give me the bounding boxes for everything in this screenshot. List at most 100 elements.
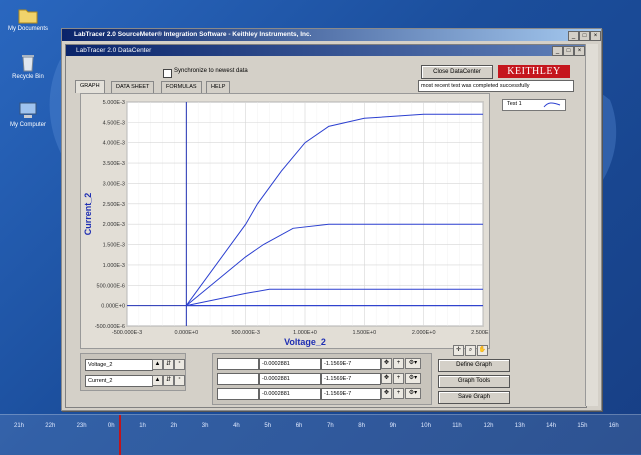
crosshair-tool-icon[interactable]: ✛ [453,345,464,356]
cursor-name-field[interactable] [217,388,259,400]
cursor-y-value[interactable]: -1.1569E-7 [321,373,381,385]
datacenter-maximize-button[interactable]: □ [563,46,574,56]
y-tick-label: 1.500E-3 [103,243,125,249]
define-graph-button[interactable]: Define Graph [438,359,510,372]
my-documents-shortcut[interactable]: My Documents [2,6,54,32]
cursor-options-icon[interactable]: ⚙▾ [405,388,421,399]
y-axis-field[interactable]: Current_2 [85,375,153,387]
graph-palette: ✛ ⌕ ✋ [453,345,499,356]
cursor-options-icon[interactable]: ⚙▾ [405,358,421,369]
x-axis-field[interactable]: Voltage_2 [85,359,153,371]
timeline-hour-label: 5h [264,423,272,429]
timeline-hour-label: 8h [358,423,365,429]
keithley-logo: KEITHLEY [498,65,570,78]
cursor-style-icon[interactable]: + [393,358,404,369]
timeline-hour-label: 22h [45,423,56,429]
y-tick-label: 5.000E-3 [103,100,125,106]
cursor-options-icon[interactable]: ⚙▾ [405,373,421,384]
cursor-style-icon[interactable]: + [393,388,404,399]
cursor-name-field[interactable] [217,358,259,370]
tab-graph[interactable]: GRAPH [75,80,105,93]
timeline-hour-label: 2h [170,423,178,429]
timeline-hour-label: 0h [107,423,115,429]
cursor-x-value[interactable]: -0.0002881 [259,358,321,370]
timeline-hour-label: 21h [14,423,25,429]
minimize-button[interactable]: _ [568,31,579,41]
desktop-icon-label: Recycle Bin [12,74,44,80]
tab-data-sheet[interactable]: DATA SHEET [111,81,155,93]
main-window-scrollbar[interactable] [585,44,598,406]
cursor-style-icon[interactable]: + [393,373,404,384]
autoscale-y-icon[interactable]: ⇵ [163,375,174,386]
timeline-hour-label: 23h [76,423,87,429]
y-tick-label: 2.500E-3 [103,202,125,208]
datacenter-minimize-button[interactable]: _ [552,46,563,56]
labtracer-main-window[interactable]: LabTracer 2.0 SourceMeter® Integration S… [61,28,602,411]
y-tick-label: 2.000E-3 [103,222,125,228]
synchronize-checkbox[interactable] [163,69,172,78]
close-datacenter-button[interactable]: Close DataCenter [421,65,493,79]
timeline-hour-label: 12h [483,423,494,429]
save-graph-button[interactable]: Save Graph [438,391,510,404]
maximize-button[interactable]: □ [579,31,590,41]
x-tick-label: 2.500E+0 [471,330,489,336]
autoscale-x-icon[interactable]: ⇵ [163,359,174,370]
x-tick-label: 1.500E+0 [352,330,376,336]
legend-label: Test 1 [507,101,522,107]
timeline-hour-label: 14h [546,423,557,429]
cursor-move-icon[interactable]: ✥ [381,373,392,384]
x-tick-label: 1.000E+0 [293,330,317,336]
timeline-hour-label: 7h [327,423,334,429]
tab-help[interactable]: HELP [206,81,231,93]
y-tick-label: 3.500E-3 [103,161,125,167]
datacenter-window[interactable]: LabTracer 2.0 DataCenter _ □ × Synchroni… [65,44,587,408]
time-zone-timeline: 21h 22h 23h 0h 1h 2h 3h 4h 5h 6h 7h 8h 9h 10h 11h 12h 13… [0,414,641,455]
cursor-y-value[interactable]: -1.1569E-7 [321,358,381,370]
lock-icon[interactable]: ▲ [152,359,163,370]
folder-icon [18,9,38,24]
main-window-title: LabTracer 2.0 SourceMeter® Integration S… [62,29,601,41]
y-tick-label: 1.000E-3 [103,263,125,269]
legend-item-test-1[interactable]: Test 1 [502,99,566,111]
datacenter-close-button[interactable]: × [574,46,585,56]
cursor-move-icon[interactable]: ✥ [381,358,392,369]
tab-formulas[interactable]: FORMULAS [161,81,202,93]
lock-icon[interactable]: ▲ [152,375,163,386]
zoom-tool-icon[interactable]: ⌕ [465,345,476,356]
y-tick-label: 3.000E-3 [103,181,125,187]
timeline-hour-label: 9h [389,423,397,429]
timeline-hour-label: 11h [452,423,462,429]
x-axis-label: Voltage_2 [284,337,326,347]
desktop-icon-label: My Documents [7,26,48,32]
y-tick-label: 4.500E-3 [103,120,125,126]
timeline-hour-label: 4h [233,423,240,429]
format-y-icon[interactable]: ⁺ [174,375,185,386]
recycle-bin-shortcut[interactable]: Recycle Bin [2,54,54,80]
format-x-icon[interactable]: ⁺ [174,359,185,370]
timeline-hour-label: 13h [514,423,525,429]
my-computer-shortcut[interactable]: My Computer [2,102,54,128]
timeline-hour-label: 6h [295,423,303,429]
graph-tools-button[interactable]: Graph Tools [438,375,510,388]
current-time-marker [119,415,121,455]
cursor-panel: -0.0002881 -1.1569E-7 ✥ + ⚙▾ -0.0002881 … [212,353,432,405]
iv-curve-chart[interactable]: -500.000E-3 0.000E+0 500.000E-3 1.000E+0 1.5… [81,94,495,348]
cursor-y-value[interactable]: -1.1569E-7 [321,388,381,400]
close-button[interactable]: × [590,31,601,41]
x-tick-label: -500.000E-3 [112,330,142,336]
cursor-x-value[interactable]: -0.0002881 [259,388,321,400]
x-tick-label: 0.000E+0 [174,330,198,336]
pan-tool-icon[interactable]: ✋ [477,345,488,356]
x-tick-label: 500.000E-3 [231,330,259,336]
recycle-bin-icon [22,55,34,72]
legend-line-swatch [543,102,561,108]
datacenter-title: LabTracer 2.0 DataCenter [66,45,586,56]
cursor-move-icon[interactable]: ✥ [381,388,392,399]
cursor-x-value[interactable]: -0.0002881 [259,373,321,385]
timeline-hour-label: 10h [420,423,431,429]
axis-selector-panel: Voltage_2 ▲ ⇵ ⁺ Current_2 ▲ ⇵ ⁺ [80,353,186,391]
status-message: most recent test was completed successfu… [418,80,574,92]
y-tick-label: 500.000E-6 [97,283,125,289]
cursor-name-field[interactable] [217,373,259,385]
legend-panel: Test 1 [498,93,570,347]
